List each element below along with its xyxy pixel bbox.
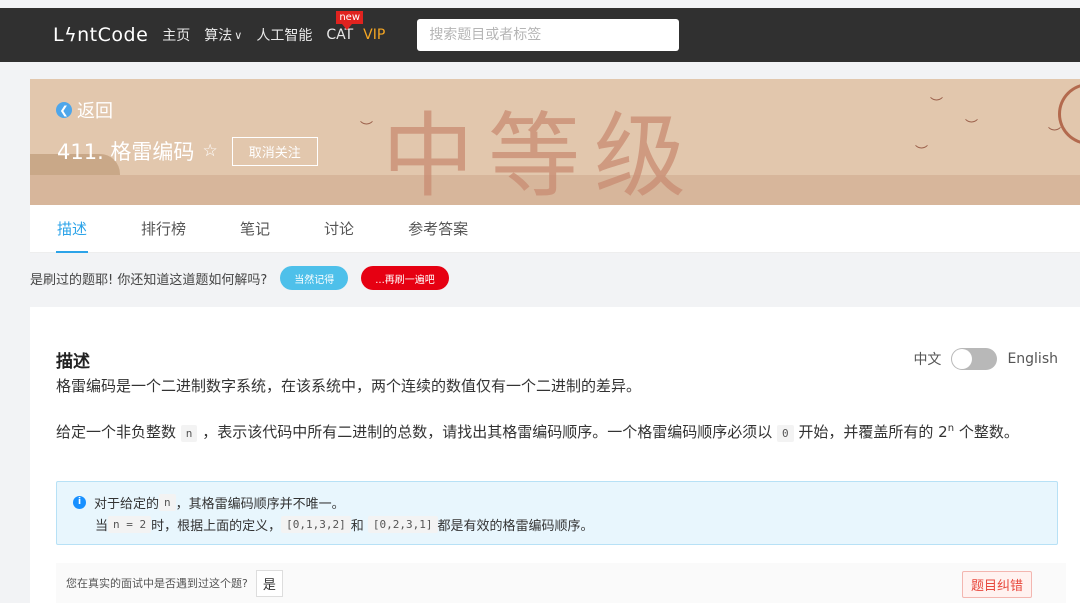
report-error-button[interactable]: 题目纠错	[961, 571, 1032, 598]
arrow-left-icon: ❮	[56, 102, 72, 118]
tab-description[interactable]: 描述	[30, 205, 114, 253]
nav-ai-label: 人工智能	[256, 28, 313, 44]
bird-icon: ︶	[1048, 127, 1062, 142]
text-segment: 对于给定的	[94, 496, 160, 512]
text-segment: 个整数。	[958, 423, 1019, 441]
remember-button[interactable]: 当然记得	[280, 266, 349, 290]
interview-question-row: 您在真实的面试中是否遇到过这个题? 是 题目纠错	[56, 563, 1066, 603]
info-icon: i	[73, 495, 86, 509]
nav-algorithm[interactable]: 算法 ∨	[204, 25, 242, 45]
nav-home[interactable]: 主页	[162, 25, 190, 45]
nav-home-label: 主页	[162, 28, 191, 44]
review-reminder: 是刷过的题耶! 你还知道这道题如何解吗? 当然记得 ...再刷一遍吧	[30, 266, 449, 290]
nav-vip[interactable]: VIP	[363, 27, 385, 43]
switch-knob	[952, 349, 973, 369]
practice-again-button[interactable]: ...再刷一遍吧	[361, 266, 449, 290]
info-line: 当 n = 2 时，根据上面的定义， [0,1,3,2] 和 [0,2,3,1]…	[73, 513, 1057, 535]
tab-solution[interactable]: 参考答案	[381, 205, 495, 253]
nav-links: 主页 算法 ∨ 人工智能 new CAT VIP	[162, 11, 399, 45]
interview-question: 您在真实的面试中是否遇到过这个题?	[66, 577, 248, 590]
info-line: i 对于给定的 n ，其格雷编码顺序并不唯一。	[73, 491, 1057, 513]
title-row: 411. 格雷编码 ☆ 取消关注	[57, 136, 318, 166]
nav-ai[interactable]: 人工智能	[256, 25, 312, 45]
tab-notes[interactable]: 笔记	[213, 205, 297, 253]
description-card: 描述 中文 English 格雷编码是一个二进制数字系统，在该系统中，两个连续的…	[30, 307, 1080, 603]
unfollow-button[interactable]: 取消关注	[231, 136, 318, 166]
chevron-down-icon: ∨	[234, 28, 243, 42]
problem-banner: 中等级 ︶ ︶ ︶ ︶ ︶ ❮ 返回 411. 格雷编码 ☆ 取消关注	[30, 79, 1080, 205]
tab-discussion[interactable]: 讨论	[297, 205, 381, 253]
text-segment: ，其格雷编码顺序并不唯一。	[175, 496, 345, 512]
page-title: 411. 格雷编码	[57, 140, 195, 164]
text-segment: 都是有效的格雷编码顺序。	[437, 518, 594, 534]
text-segment: ，表示该代码中所有二进制的总数，请找出其格雷编码顺序。一个格雷编码顺序必须以	[202, 423, 773, 441]
nav-algorithm-label: 算法	[204, 28, 233, 44]
nav-vip-label: VIP	[363, 27, 386, 43]
text-segment: 时，根据上面的定义，	[151, 518, 282, 534]
inline-code: 0	[777, 425, 794, 442]
language-switch[interactable]	[951, 348, 998, 370]
sun-decoration	[1058, 83, 1080, 145]
inline-code: n = 2	[108, 515, 152, 533]
text-segment: 开始，并覆盖所有的 2	[798, 423, 948, 441]
inline-code: [0,2,3,1]	[367, 515, 438, 533]
problem-tabs: 描述 排行榜 笔记 讨论 参考答案	[30, 205, 1080, 253]
search-input[interactable]	[417, 19, 680, 51]
bird-icon: ︶	[965, 119, 979, 134]
tab-leaderboard[interactable]: 排行榜	[114, 205, 213, 253]
text-segment: 当	[95, 518, 109, 534]
nav-cat[interactable]: new CAT	[326, 11, 363, 43]
description-heading: 描述	[56, 352, 90, 372]
info-note: i 对于给定的 n ，其格雷编码顺序并不唯一。 当 n = 2 时，根据上面的定…	[56, 481, 1058, 545]
inline-code: [0,1,3,2]	[281, 515, 351, 533]
back-label: 返回	[77, 101, 113, 122]
text-segment: 和	[350, 518, 364, 534]
new-badge: new	[336, 11, 363, 30]
back-link[interactable]: ❮ 返回	[56, 97, 113, 123]
top-nav: LϟntCode 主页 算法 ∨ 人工智能 new CAT VIP	[0, 8, 1080, 62]
bird-icon: ︶	[930, 97, 944, 112]
inline-code: n	[159, 493, 176, 511]
description-paragraph: 格雷编码是一个二进制数字系统，在该系统中，两个连续的数值仅有一个二进制的差异。	[56, 377, 642, 395]
description-paragraph: 给定一个非负整数 n ，表示该代码中所有二进制的总数，请找出其格雷编码顺序。一个…	[56, 416, 1066, 447]
language-toggle: 中文 English	[913, 348, 1058, 370]
inline-code: n	[180, 425, 198, 442]
difficulty-watermark: 中等级	[382, 103, 701, 205]
lang-en-label: English	[1007, 351, 1058, 367]
bird-icon: ︶	[915, 145, 929, 160]
reminder-text: 是刷过的题耶! 你还知道这道题如何解吗?	[30, 272, 268, 288]
text-segment: 给定一个非负整数	[56, 423, 177, 441]
star-icon[interactable]: ☆	[202, 141, 217, 161]
yes-button[interactable]: 是	[255, 569, 283, 597]
lang-zh-label: 中文	[913, 352, 942, 368]
superscript: n	[947, 423, 955, 434]
logo[interactable]: LϟntCode	[53, 24, 148, 46]
bird-icon: ︶	[360, 121, 374, 136]
